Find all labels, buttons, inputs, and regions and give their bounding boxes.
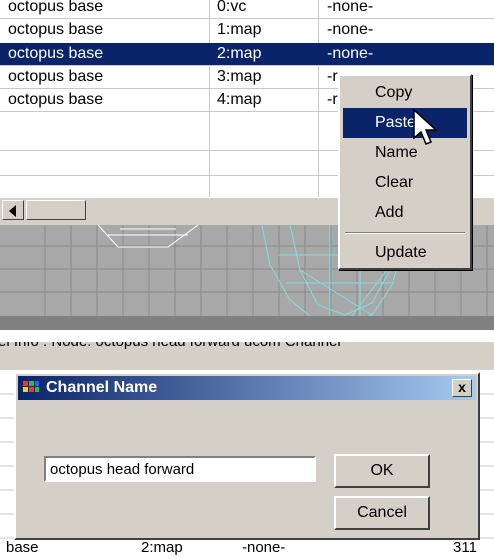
- cell-channel: 4:map: [217, 91, 262, 108]
- panel-gap: [0, 330, 494, 342]
- menu-item-paste[interactable]: Paste: [343, 108, 467, 138]
- window-title: el Info : Node: octopus head forward uco…: [0, 342, 341, 350]
- cell-name: octopus base: [8, 45, 104, 62]
- cell-count: 311: [453, 539, 477, 556]
- triangle-left-icon: [9, 205, 16, 217]
- scroll-thumb[interactable]: [26, 200, 86, 220]
- cell-name: base: [6, 539, 39, 556]
- cell-value: -none-: [242, 539, 286, 556]
- cell-value: -none-: [327, 45, 374, 62]
- cell-name: octopus base: [8, 0, 104, 15]
- menu-item-clear[interactable]: Clear: [343, 168, 467, 198]
- context-menu: Copy Paste Name Clear Add Update: [338, 74, 472, 270]
- cell-channel: 3:map: [217, 68, 262, 85]
- cell-channel: 1:map: [217, 21, 262, 38]
- cell-name: octopus base: [8, 21, 104, 38]
- cell-value: -r: [327, 68, 338, 85]
- menu-item-name[interactable]: Name: [343, 138, 467, 168]
- app-grid-icon: [23, 381, 39, 392]
- viewport-border: [0, 316, 494, 330]
- channel-name-input[interactable]: [44, 456, 316, 482]
- close-icon: x: [458, 379, 466, 395]
- ok-button[interactable]: OK: [334, 454, 430, 488]
- arrow-cursor-icon: [413, 108, 438, 145]
- dialog-title-bar[interactable]: Channel Name x: [18, 376, 476, 400]
- table-row[interactable]: octopus base 0:vc -none-: [0, 0, 494, 18]
- table-row[interactable]: base 2:map -none- 311: [0, 539, 494, 559]
- cell-channel: 2:map: [141, 539, 183, 556]
- cell-name: octopus base: [8, 91, 104, 108]
- table-row[interactable]: octopus base 1:map -none-: [0, 19, 494, 41]
- menu-item-add[interactable]: Add: [343, 198, 467, 228]
- channel-info-panel: octopus base 0:vc -none- octopus base 1:…: [0, 0, 494, 330]
- close-button[interactable]: x: [452, 379, 472, 397]
- menu-separator: [345, 232, 465, 234]
- table-row-selected[interactable]: octopus base 2:map -none-: [0, 43, 494, 65]
- cancel-button[interactable]: Cancel: [334, 496, 430, 530]
- channel-name-dialog: Channel Name x OK Cancel: [14, 372, 480, 540]
- menu-item-update[interactable]: Update: [343, 238, 467, 268]
- cell-name: octopus base: [8, 68, 104, 85]
- cell-value: -r: [327, 91, 338, 108]
- cell-channel: 0:vc: [217, 0, 247, 15]
- cell-channel: 2:map: [217, 45, 262, 62]
- scroll-left-button[interactable]: [2, 200, 24, 220]
- menu-item-copy[interactable]: Copy: [343, 78, 467, 108]
- cell-value: -none-: [327, 21, 374, 38]
- cell-value: -none-: [327, 0, 374, 15]
- dialog-title: Channel Name: [46, 379, 158, 396]
